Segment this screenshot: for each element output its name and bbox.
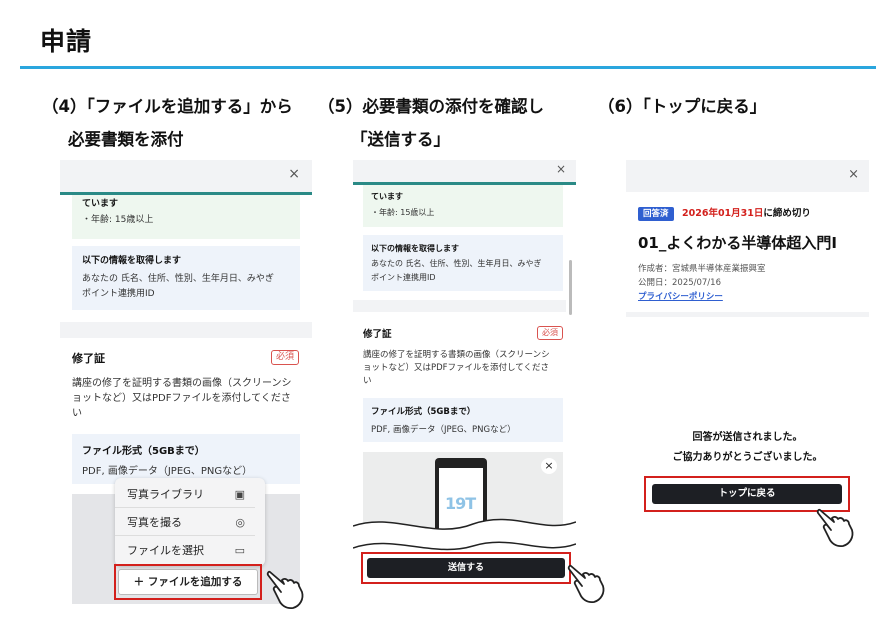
pointing-hand-icon [816, 508, 854, 548]
scrollbar[interactable] [569, 260, 572, 315]
info-box: 以下の情報を取得します あなたの 氏名、住所、性別、生年月日、みやぎ ポイント連… [363, 235, 563, 291]
camera-icon: ◎ [235, 516, 245, 529]
cert-description: 講座の修了を証明する書類の画像（スクリーンシ ョットなど）又はPDFファイルを添… [72, 376, 292, 421]
info-body: あなたの 氏名、住所、性別、生年月日、みやぎ [371, 259, 542, 268]
cert-title: 修了証 [72, 352, 105, 365]
form-title: 01_よくわかる半導体超入門Ⅰ [638, 234, 837, 252]
info-title: 以下の情報を取得します [82, 256, 182, 266]
info-title: 以下の情報を取得します [371, 244, 459, 253]
step5-heading-line2: 「送信する」 [351, 130, 450, 149]
pointing-hand-icon [567, 564, 605, 604]
cert-desc-line: ョットなど）又はPDFファイルを添付してくださ [72, 393, 291, 404]
deadline: 2026年01月31日に締め切り [682, 207, 811, 221]
eligibility-title: ています [371, 192, 403, 201]
eligibility-item: ・年齢: 15歳以上 [82, 215, 154, 225]
menu-item-choose-file[interactable]: ファイルを選択 ▭ [115, 537, 255, 564]
sent-message: 回答が送信されました。 [692, 432, 803, 443]
file-source-menu: 写真ライブラリ ▣ 写真を撮る ◎ ファイルを選択 ▭ [115, 478, 265, 566]
step6-screenshot: × 回答済 2026年01月31日に締め切り 01_よくわかる半導体超入門Ⅰ 作… [626, 160, 869, 548]
step4-screenshot: × ています ・年齢: 15歳以上 以下の情報を取得します あなたの 氏名、住所… [60, 160, 312, 605]
format-box: ファイル形式（5GBまで） PDF, 画像データ（JPEG、PNGなど） [72, 434, 300, 484]
format-title: ファイル形式（5GBまで） [82, 446, 205, 457]
tear-wave [353, 518, 576, 551]
section-divider [60, 322, 312, 338]
step5-screenshot: × ています ・年齢: 15歳以上 以下の情報を取得します あなたの 氏名、住所… [353, 160, 576, 602]
modal-header [60, 160, 312, 192]
required-badge: 必須 [271, 350, 300, 365]
format-box: ファイル形式（5GBまで） PDF, 画像データ（JPEG、PNGなど） [363, 398, 563, 442]
format-title: ファイル形式（5GBまで） [371, 407, 476, 417]
modal-header [626, 160, 869, 192]
deadline-date: 2026年01月31日 [682, 208, 764, 219]
close-icon[interactable]: × [288, 166, 300, 182]
step4-heading-line2: 必要書類を添付 [68, 130, 184, 149]
modal-header [353, 160, 576, 182]
cert-desc-line: 講座の修了を証明する書類の画像（スクリーンシ [72, 378, 292, 389]
form-meta: 作成者：宮城県半導体産業振興室 公開日：2025/07/16 プライバシーポリシ… [638, 262, 766, 304]
folder-icon: ▭ [234, 544, 245, 557]
deadline-suffix: に締め切り [763, 208, 811, 219]
info-box: 以下の情報を取得します あなたの 氏名、住所、性別、生年月日、みやぎ ポイント連… [72, 246, 300, 310]
menu-label: 写真を撮る [127, 516, 182, 529]
info-body: あなたの 氏名、住所、性別、生年月日、みやぎ [82, 274, 274, 284]
required-badge: 必須 [537, 326, 563, 340]
eligibility-box: ています ・年齢: 15歳以上 [72, 195, 300, 239]
cert-desc-line: い [363, 376, 372, 386]
step4-heading: （4）「ファイルを追加する」から [42, 97, 293, 116]
cert-desc-line: い [72, 408, 82, 419]
menu-item-take-photo[interactable]: 写真を撮る ◎ [115, 509, 255, 536]
section-divider [626, 312, 869, 317]
eligibility-title: ています [82, 199, 119, 209]
step5-heading: （5）必要書類の添付を確認し [318, 97, 544, 116]
pointing-hand-icon [266, 570, 304, 610]
published-date: 公開日：2025/07/16 [638, 278, 721, 288]
remove-attachment-icon[interactable]: × [541, 458, 557, 474]
cert-title: 修了証 [363, 329, 392, 340]
section-divider [353, 300, 566, 312]
eligibility-item: ・年齢: 15歳以上 [371, 208, 435, 217]
highlight-frame [361, 552, 571, 584]
cert-description: 講座の修了を証明する書類の画像（スクリーンシ ョットなど）又はPDFファイルを添… [363, 349, 550, 388]
info-body-2: ポイント連携用ID [82, 289, 155, 299]
title-divider [20, 66, 876, 69]
cert-desc-line: 講座の修了を証明する書類の画像（スクリーンシ [363, 350, 550, 360]
format-body: PDF, 画像データ（JPEG、PNGなど） [371, 425, 516, 435]
status-badge: 回答済 [638, 207, 674, 221]
format-body: PDF, 画像データ（JPEG、PNGなど） [82, 466, 253, 477]
menu-label: 写真ライブラリ [127, 488, 204, 501]
step6-heading: （6）「トップに戻る」 [598, 97, 767, 116]
highlight-frame [114, 564, 262, 600]
privacy-policy-link[interactable]: プライバシーポリシー [638, 290, 766, 304]
author: 作成者：宮城県半導体産業振興室 [638, 264, 766, 274]
close-icon[interactable]: × [556, 162, 566, 176]
info-body-2: ポイント連携用ID [371, 273, 436, 282]
close-icon[interactable]: × [848, 167, 859, 182]
menu-label: ファイルを選択 [127, 544, 204, 557]
image-icon: ▣ [234, 488, 245, 501]
cert-desc-line: ョットなど）又はPDFファイルを添付してくださ [363, 363, 550, 373]
thanks-message: ご協力ありがとうございました。 [672, 452, 823, 463]
page-title: 申請 [40, 27, 93, 56]
menu-item-photo-library[interactable]: 写真ライブラリ ▣ [115, 481, 255, 508]
eligibility-box: ています ・年齢: 15歳以上 [363, 185, 563, 227]
